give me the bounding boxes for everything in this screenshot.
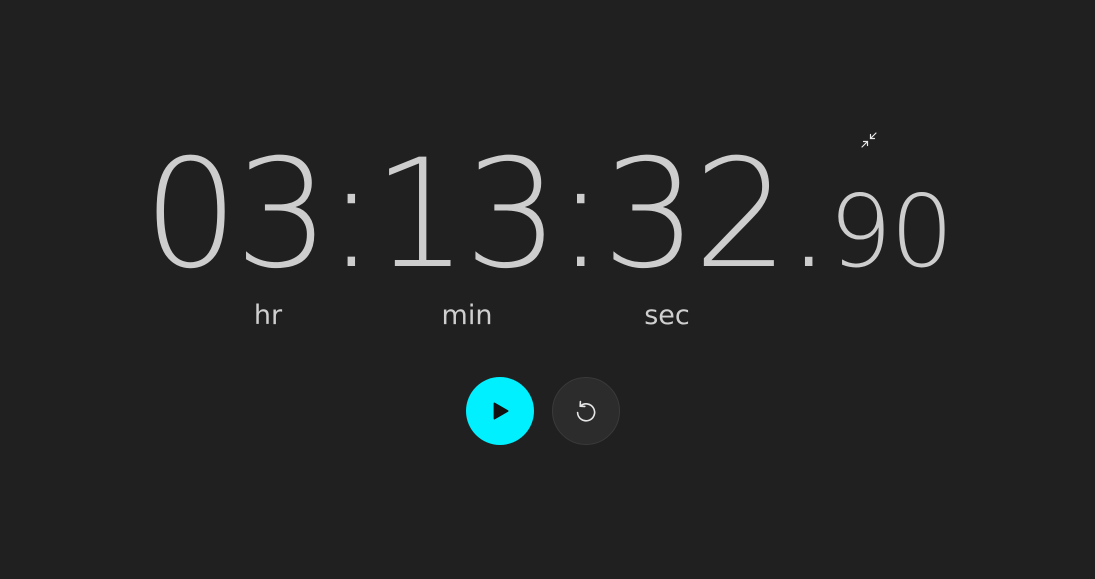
time-separator: :	[555, 128, 606, 302]
minutes-value: 13	[372, 128, 560, 302]
time-separator: :	[326, 128, 377, 302]
reset-button[interactable]	[552, 377, 620, 445]
seconds-label: sec	[644, 300, 690, 331]
hours-value: 03	[143, 128, 330, 302]
hundredths-value: 90	[828, 173, 954, 290]
seconds-value: 32	[602, 128, 789, 302]
play-icon	[493, 402, 509, 420]
elapsed-time-display: 03:13:32.90	[0, 140, 1095, 290]
stopwatch-app: 03:13:32.90 hr min sec	[0, 0, 1095, 579]
reset-icon	[576, 400, 596, 422]
minutes-label: min	[441, 300, 493, 331]
hours-label: hr	[253, 300, 283, 331]
decimal-point: .	[784, 128, 833, 302]
start-button[interactable]	[466, 377, 534, 445]
